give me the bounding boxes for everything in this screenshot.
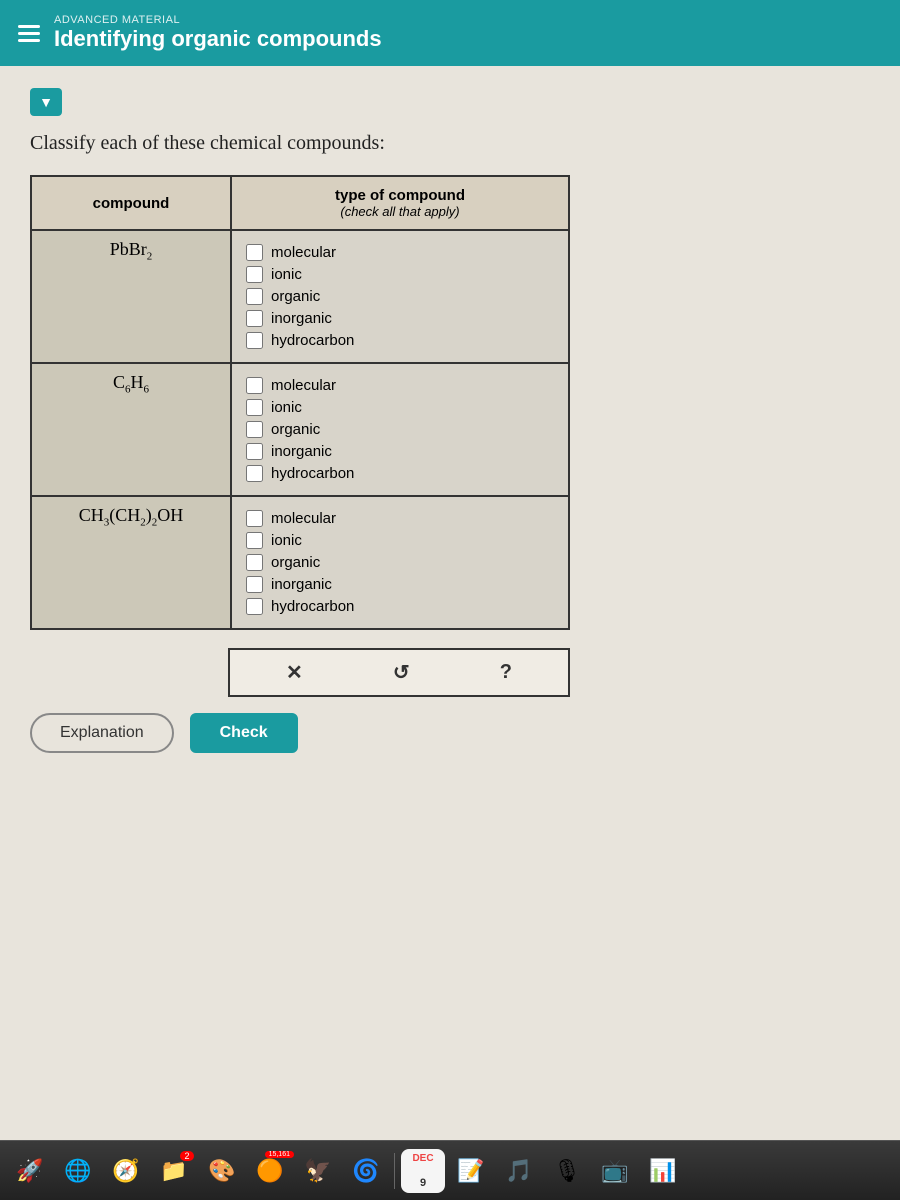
label-molecular-2: molecular: [271, 377, 336, 394]
action-buttons-row: ✕ ↺ ?: [228, 648, 570, 697]
checkboxes-cell-2: molecular ionic organic inorganic: [231, 363, 569, 496]
col-header-type: type of compound (check all that apply): [231, 176, 569, 230]
dock-item-app4[interactable]: 🎨: [200, 1149, 244, 1193]
checkbox-row-hydrocarbon-2: hydrocarbon: [246, 465, 554, 482]
clear-button[interactable]: ✕: [286, 660, 303, 685]
dock-bar: 🚀 🌐 🧭 📁 2 🎨 🟠 15,161 🦅 🌀 9 DEC 📝 🎵 🎙 📺 📊: [0, 1140, 900, 1200]
label-organic-1: organic: [271, 288, 320, 305]
table-row: PbBr2 molecular ionic organic: [31, 230, 569, 363]
explanation-button[interactable]: Explanation: [30, 713, 174, 753]
checkbox-row-ionic-1: ionic: [246, 266, 554, 283]
dock-item-stats[interactable]: 📊: [641, 1149, 685, 1193]
checkbox-row-inorganic-1: inorganic: [246, 310, 554, 327]
label-organic-3: organic: [271, 554, 320, 571]
label-hydrocarbon-2: hydrocarbon: [271, 465, 354, 482]
checkbox-inorganic-1[interactable]: [246, 310, 263, 327]
header-subtitle: ADVANCED MATERIAL: [54, 14, 382, 26]
dock-item-safari[interactable]: 🧭: [104, 1149, 148, 1193]
checkbox-organic-3[interactable]: [246, 554, 263, 571]
checkbox-row-organic-2: organic: [246, 421, 554, 438]
checkboxes-cell-3: molecular ionic organic inorganic: [231, 496, 569, 629]
checkbox-inorganic-2[interactable]: [246, 443, 263, 460]
checkbox-inorganic-3[interactable]: [246, 576, 263, 593]
compound-cell-3: CH3(CH2)2OH: [31, 496, 231, 629]
label-molecular-3: molecular: [271, 510, 336, 527]
dock-item-app6[interactable]: 🦅: [296, 1149, 340, 1193]
checkbox-ionic-2[interactable]: [246, 399, 263, 416]
check-button[interactable]: Check: [190, 713, 298, 753]
dock-item-launchpad[interactable]: 🚀: [8, 1149, 52, 1193]
formula-ch3ch2oh: CH3(CH2)2OH: [79, 505, 184, 525]
checkbox-row-ionic-3: ionic: [246, 532, 554, 549]
label-inorganic-3: inorganic: [271, 576, 332, 593]
dock-badge-app5: 15,161: [265, 1151, 294, 1158]
compound-cell-1: PbBr2: [31, 230, 231, 363]
checkbox-hydrocarbon-3[interactable]: [246, 598, 263, 615]
checkbox-organic-1[interactable]: [246, 288, 263, 305]
checkbox-row-molecular-2: molecular: [246, 377, 554, 394]
checkbox-ionic-3[interactable]: [246, 532, 263, 549]
dock-separator: [394, 1153, 395, 1189]
label-molecular-1: molecular: [271, 244, 336, 261]
hamburger-menu-icon[interactable]: [18, 25, 40, 42]
collapse-button[interactable]: ▼: [30, 88, 62, 116]
checkbox-row-organic-1: organic: [246, 288, 554, 305]
checkbox-hydrocarbon-2[interactable]: [246, 465, 263, 482]
header-title-area: ADVANCED MATERIAL Identifying organic co…: [54, 14, 382, 52]
header-title: Identifying organic compounds: [54, 26, 382, 52]
dock-item-chrome[interactable]: 🌐: [56, 1149, 100, 1193]
checkbox-row-molecular-3: molecular: [246, 510, 554, 527]
dock-item-finder[interactable]: 📁 2: [152, 1149, 196, 1193]
checkbox-row-ionic-2: ionic: [246, 399, 554, 416]
label-inorganic-2: inorganic: [271, 443, 332, 460]
checkbox-hydrocarbon-1[interactable]: [246, 332, 263, 349]
label-ionic-1: ionic: [271, 266, 302, 283]
checkbox-organic-2[interactable]: [246, 421, 263, 438]
formula-c6h6: C6H6: [113, 372, 149, 392]
checkbox-molecular-2[interactable]: [246, 377, 263, 394]
label-hydrocarbon-3: hydrocarbon: [271, 598, 354, 615]
dock-item-notes[interactable]: 📝: [449, 1149, 493, 1193]
dock-item-app5[interactable]: 🟠 15,161: [248, 1149, 292, 1193]
help-button[interactable]: ?: [500, 661, 512, 684]
checkbox-row-hydrocarbon-3: hydrocarbon: [246, 598, 554, 615]
col-header-compound: compound: [31, 176, 231, 230]
checkbox-row-inorganic-3: inorganic: [246, 576, 554, 593]
compound-table: compound type of compound (check all tha…: [30, 175, 570, 630]
table-row: C6H6 molecular ionic organic: [31, 363, 569, 496]
checkbox-ionic-1[interactable]: [246, 266, 263, 283]
label-inorganic-1: inorganic: [271, 310, 332, 327]
dock-item-app7[interactable]: 🌀: [344, 1149, 388, 1193]
checkbox-molecular-1[interactable]: [246, 244, 263, 261]
dock-item-podcast[interactable]: 🎙: [545, 1149, 589, 1193]
dock-item-tv[interactable]: 📺: [593, 1149, 637, 1193]
dock-item-calendar[interactable]: 9 DEC: [401, 1149, 445, 1193]
label-ionic-2: ionic: [271, 399, 302, 416]
dock-badge-finder: 2: [180, 1151, 194, 1161]
main-content: ▼ Classify each of these chemical compou…: [0, 66, 900, 1166]
formula-pbbr2: PbBr2: [110, 239, 153, 259]
app-header: ADVANCED MATERIAL Identifying organic co…: [0, 0, 900, 66]
dock-item-music[interactable]: 🎵: [497, 1149, 541, 1193]
checkbox-row-hydrocarbon-1: hydrocarbon: [246, 332, 554, 349]
page-instruction: Classify each of these chemical compound…: [30, 132, 870, 155]
checkbox-row-organic-3: organic: [246, 554, 554, 571]
checkboxes-cell-1: molecular ionic organic inorganic: [231, 230, 569, 363]
label-ionic-3: ionic: [271, 532, 302, 549]
compound-cell-2: C6H6: [31, 363, 231, 496]
bottom-buttons: Explanation Check: [30, 713, 870, 753]
checkbox-row-molecular-1: molecular: [246, 244, 554, 261]
table-row: CH3(CH2)2OH molecular ionic organic: [31, 496, 569, 629]
checkbox-row-inorganic-2: inorganic: [246, 443, 554, 460]
label-organic-2: organic: [271, 421, 320, 438]
undo-button[interactable]: ↺: [393, 660, 410, 685]
label-hydrocarbon-1: hydrocarbon: [271, 332, 354, 349]
checkbox-molecular-3[interactable]: [246, 510, 263, 527]
